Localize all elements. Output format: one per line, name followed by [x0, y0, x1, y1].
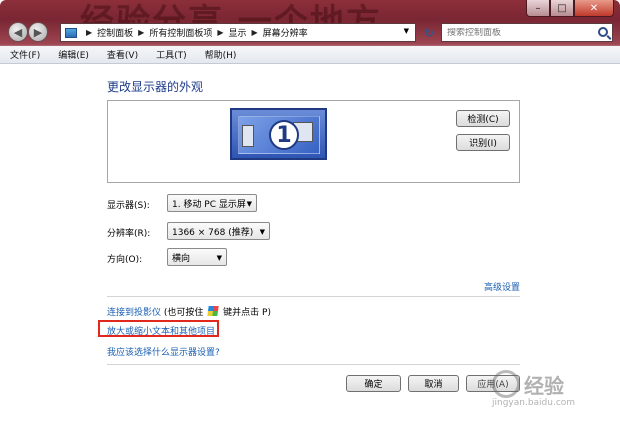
ok-button[interactable]: 确定 [346, 375, 401, 392]
menu-file[interactable]: 文件(F) [10, 48, 40, 61]
breadcrumb-display[interactable]: 显示 [229, 26, 247, 39]
footer-divider [107, 364, 520, 365]
watermark-text: 经验 [524, 374, 564, 398]
projector-row: 连接到投影仪 (也可按住 键并点击 P) [107, 305, 271, 318]
forward-button[interactable]: ▶ [28, 22, 48, 42]
display-label: 显示器(S): [107, 201, 150, 211]
back-button[interactable]: ◀ [8, 22, 28, 42]
baidu-jingyan-watermark: 经验 jingyan.baidu.com [492, 368, 610, 408]
menu-help[interactable]: 帮助(H) [205, 48, 237, 61]
search-input[interactable] [447, 27, 592, 38]
monitor-screen: 1 [238, 116, 320, 154]
menu-view[interactable]: 查看(V) [107, 48, 138, 61]
search-box[interactable] [441, 23, 613, 42]
breadcrumb-screen-resolution[interactable]: 屏幕分辨率 [263, 26, 308, 39]
chevron-down-icon[interactable]: ▼ [404, 27, 409, 35]
orientation-label: 方向(O): [107, 255, 143, 265]
projector-hint-start: (也可按住 [163, 308, 204, 318]
chevron-down-icon: ▼ [216, 254, 222, 262]
chevron-right-icon[interactable]: ▶ [252, 28, 258, 37]
detect-button[interactable]: 检测(C) [456, 110, 510, 127]
maximize-button[interactable]: □ [550, 0, 574, 17]
caption-buttons: – □ ✕ [526, 0, 614, 17]
pc-tower-icon [242, 125, 254, 147]
identify-button[interactable]: 识别(I) [456, 134, 510, 151]
highlight-box [98, 320, 219, 337]
breadcrumb-all-items[interactable]: 所有控制面板项 [149, 26, 212, 39]
watermark-url: jingyan.baidu.com [492, 398, 576, 408]
chevron-down-icon: ▼ [246, 200, 252, 208]
monitor-1-icon[interactable]: 1 [230, 108, 327, 160]
chevron-down-icon: ▼ [259, 228, 265, 236]
menu-edit[interactable]: 编辑(E) [58, 48, 89, 61]
monitor-number: 1 [269, 120, 299, 150]
address-bar[interactable]: ▶ 控制面板 ▶ 所有控制面板项 ▶ 显示 ▶ 屏幕分辨率 ▼ [60, 23, 416, 42]
search-icon[interactable] [598, 27, 608, 37]
display-help-link[interactable]: 我应该选择什么显示器设置? [107, 345, 220, 358]
minimize-button[interactable]: – [526, 0, 550, 17]
chevron-right-icon: ▶ [86, 28, 93, 37]
resolution-select-value: 1366 × 768 (推荐) [172, 227, 254, 238]
chevron-right-icon[interactable]: ▶ [217, 28, 223, 37]
display-select-value: 1. 移动 PC 显示屏 [172, 199, 246, 210]
breadcrumb-control-panel[interactable]: 控制面板 [97, 26, 133, 39]
resolution-select[interactable]: 1366 × 768 (推荐) ▼ [167, 222, 270, 240]
close-button[interactable]: ✕ [574, 0, 614, 17]
window: 经验分享 一个地方 – □ ✕ ◀ ▶ ▶ 控制面板 ▶ 所有控制面板项 ▶ 显… [0, 0, 620, 436]
orientation-select-value: 横向 [172, 253, 191, 264]
resolution-label: 分辨率(R): [107, 229, 151, 239]
windows-key-icon [207, 306, 219, 316]
paw-logo-icon [492, 370, 520, 398]
orientation-select[interactable]: 横向 ▼ [167, 248, 227, 266]
projector-hint-end: 键并点击 P) [223, 308, 271, 318]
menu-bar: 文件(F) 编辑(E) 查看(V) 工具(T) 帮助(H) [0, 46, 620, 64]
advanced-settings-link[interactable]: 高级设置 [484, 280, 520, 293]
display-select[interactable]: 1. 移动 PC 显示屏 ▼ [167, 194, 257, 212]
control-panel-icon [65, 27, 77, 38]
refresh-button[interactable]: ↻ [420, 23, 438, 42]
menu-tools[interactable]: 工具(T) [156, 48, 187, 61]
connect-projector-link[interactable]: 连接到投影仪 [107, 308, 161, 318]
chevron-right-icon[interactable]: ▶ [138, 28, 144, 37]
page-title: 更改显示器的外观 [107, 80, 204, 94]
navigation-row: ◀ ▶ ▶ 控制面板 ▶ 所有控制面板项 ▶ 显示 ▶ 屏幕分辨率 ▼ ↻ [0, 20, 620, 46]
divider [107, 296, 520, 297]
cancel-button[interactable]: 取消 [408, 375, 459, 392]
